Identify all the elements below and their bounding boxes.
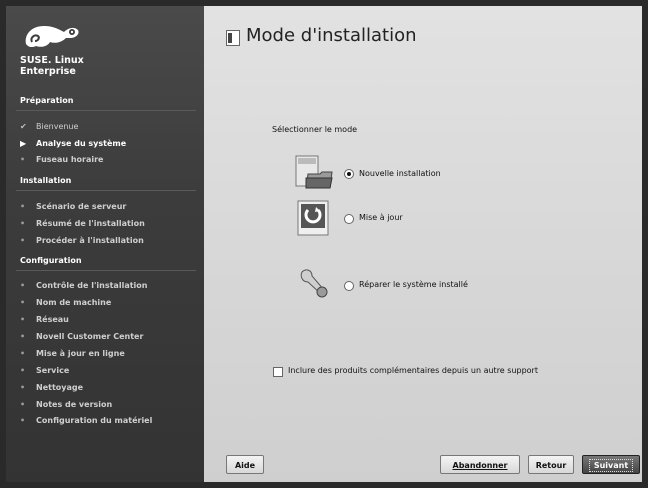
section-divider xyxy=(16,110,196,111)
step-mise-a-jour-en-ligne: • Mise à jour en ligne xyxy=(20,349,125,358)
step-configuration-materiel: • Configuration du matériel xyxy=(20,416,152,425)
step-label: Procéder à l'installation xyxy=(36,236,144,245)
suse-chameleon-logo xyxy=(25,26,79,48)
installer-window: SUSE. Linux Enterprise Préparation ✔ Bien… xyxy=(6,6,642,482)
step-label: Nom de machine xyxy=(36,298,112,307)
step-novell-customer-center: • Novell Customer Center xyxy=(20,332,143,341)
step-analyse-du-systeme: ▶ Analyse du système xyxy=(20,139,126,148)
abort-label: Abandonner xyxy=(452,461,508,470)
back-button[interactable]: Retour xyxy=(528,455,574,474)
new-installation-radio[interactable] xyxy=(344,169,354,179)
step-bienvenue: ✔ Bienvenue xyxy=(20,122,78,131)
update-label[interactable]: Mise à jour xyxy=(359,213,403,222)
step-nettoyage: • Nettoyage xyxy=(20,383,83,392)
step-label: Analyse du système xyxy=(36,139,127,148)
section-configuration: Configuration xyxy=(20,256,82,265)
step-nom-de-machine: • Nom de machine xyxy=(20,298,111,307)
installation-mode-icon xyxy=(226,30,240,46)
section-divider xyxy=(16,270,196,271)
section-divider xyxy=(16,190,196,191)
step-fuseau-horaire: • Fuseau horaire xyxy=(20,155,103,164)
abort-button[interactable]: Abandonner xyxy=(440,455,520,474)
next-label: Suivant xyxy=(588,459,634,472)
step-notes-de-version: • Notes de version xyxy=(20,400,112,409)
bullet-icon: • xyxy=(20,366,26,375)
section-preparation: Préparation xyxy=(20,96,74,105)
step-label: Nettoyage xyxy=(36,383,84,392)
back-label: Retour xyxy=(535,461,567,470)
step-service: • Service xyxy=(20,366,69,375)
arrow-right-icon: ▶ xyxy=(20,139,27,148)
update-radio[interactable] xyxy=(344,214,354,224)
bullet-icon: • xyxy=(20,315,26,324)
step-label: Configuration du matériel xyxy=(36,416,153,425)
repair-radio[interactable] xyxy=(344,281,354,291)
checkmark-icon: ✔ xyxy=(20,122,27,131)
addon-products-checkbox[interactable] xyxy=(273,367,283,377)
brand-line-1: SUSE. Linux xyxy=(20,55,84,66)
step-label: Bienvenue xyxy=(36,122,79,131)
brand-text: SUSE. Linux Enterprise xyxy=(20,55,84,77)
bullet-icon: • xyxy=(20,298,26,307)
repair-label[interactable]: Réparer le système installé xyxy=(359,280,468,289)
step-proceder-installation: • Procéder à l'installation xyxy=(20,236,144,245)
section-installation: Installation xyxy=(20,176,72,185)
step-scenario-de-serveur: • Scénario de serveur xyxy=(20,202,126,211)
main-panel: Mode d'installation Sélectionner le mode… xyxy=(204,6,642,482)
step-label: Réseau xyxy=(36,315,69,324)
step-reseau: • Réseau xyxy=(20,315,69,324)
bullet-icon: • xyxy=(20,383,26,392)
new-installation-label[interactable]: Nouvelle installation xyxy=(359,169,441,178)
mode-prompt: Sélectionner le mode xyxy=(272,125,358,134)
sidebar: SUSE. Linux Enterprise Préparation ✔ Bien… xyxy=(6,6,204,482)
bullet-icon: • xyxy=(20,236,26,245)
bullet-icon: • xyxy=(20,155,26,164)
bullet-icon: • xyxy=(20,281,26,290)
brand-line-2: Enterprise xyxy=(20,66,76,77)
addon-products-label[interactable]: Inclure des produits complémentaires dep… xyxy=(288,366,538,375)
step-label: Contrôle de l'installation xyxy=(36,281,148,290)
step-label: Notes de version xyxy=(36,400,113,409)
repair-wrench-icon xyxy=(300,269,328,298)
bullet-icon: • xyxy=(20,219,26,228)
bullet-icon: • xyxy=(20,400,26,409)
new-installation-icon xyxy=(295,155,333,189)
step-resume-installation: • Résumé de l'installation xyxy=(20,219,145,228)
step-label: Résumé de l'installation xyxy=(36,219,145,228)
step-controle-installation: • Contrôle de l'installation xyxy=(20,281,147,290)
step-label: Novell Customer Center xyxy=(36,332,144,341)
help-button[interactable]: Aide xyxy=(226,455,264,474)
step-label: Service xyxy=(36,366,70,375)
bullet-icon: • xyxy=(20,332,26,341)
step-label: Scénario de serveur xyxy=(36,202,127,211)
page-title: Mode d'installation xyxy=(246,25,417,46)
step-label: Mise à jour en ligne xyxy=(36,349,125,358)
bullet-icon: • xyxy=(20,349,26,358)
step-label: Fuseau horaire xyxy=(36,155,104,164)
next-button[interactable]: Suivant xyxy=(582,455,640,474)
bullet-icon: • xyxy=(20,416,26,425)
update-icon xyxy=(297,200,329,236)
bullet-icon: • xyxy=(20,202,26,211)
